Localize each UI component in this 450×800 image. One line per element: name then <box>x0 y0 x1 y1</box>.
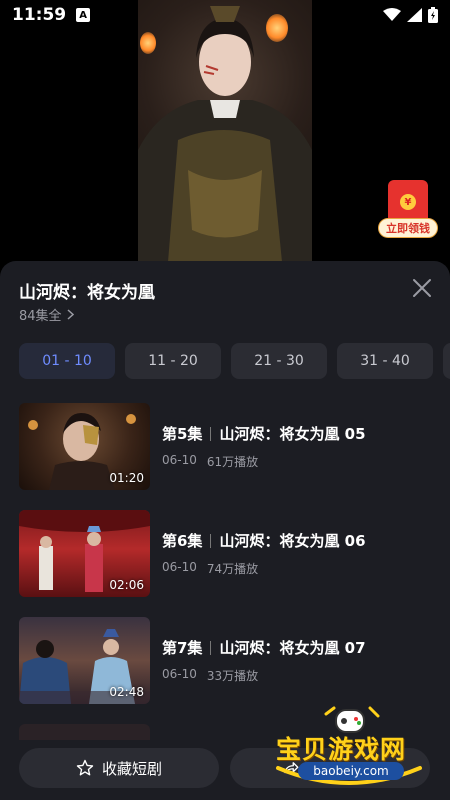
tab-range-21-30[interactable]: 21 - 30 <box>231 343 327 379</box>
episode-duration: 02:48 <box>109 685 144 699</box>
video-frame[interactable] <box>138 0 312 262</box>
tab-range-11-20[interactable]: 11 - 20 <box>125 343 221 379</box>
chevron-right-icon <box>67 309 74 320</box>
episode-meta: 06-10 33万播放 <box>162 667 258 684</box>
episode-thumbnail[interactable]: 02:48 <box>19 617 150 704</box>
episode-date: 06-10 <box>162 560 197 574</box>
episode-date: 06-10 <box>162 667 197 681</box>
status-time: 11:59 <box>12 5 67 25</box>
episode-plays: 61万播放 <box>206 455 259 469</box>
tab-range-01-10[interactable]: 01 - 10 <box>19 343 115 379</box>
notification-icon: A <box>76 8 91 22</box>
battery-icon <box>428 7 438 23</box>
title-divider <box>210 533 212 548</box>
range-tabs: 01 - 10 11 - 20 21 - 30 31 - 40 <box>19 343 450 379</box>
tab-range-more[interactable] <box>443 343 450 379</box>
episode-item[interactable]: 01:20 第5集 山河烬：将女为凰 05 06-10 61万播放 <box>19 403 439 510</box>
wifi-icon <box>383 8 401 21</box>
episode-duration: 01:20 <box>109 471 144 485</box>
collect-label: 收藏短剧 <box>101 759 162 778</box>
episode-count-link[interactable]: 84集全 <box>19 305 74 324</box>
status-bar: 11:59 A <box>0 0 450 30</box>
status-icons <box>383 7 438 23</box>
video-actress-figure <box>138 6 312 262</box>
episode-thumbnail[interactable]: 02:06 <box>19 510 150 597</box>
video-player[interactable]: ¥ 立即领钱 <box>0 0 450 280</box>
episode-number: 第6集 <box>162 532 203 550</box>
title-divider <box>210 426 212 441</box>
episode-duration: 02:06 <box>109 578 144 592</box>
episode-plays: 33万播放 <box>206 669 259 683</box>
episode-date: 06-10 <box>162 453 197 467</box>
site-watermark: 宝贝游戏网 baobeiy.com <box>272 704 428 794</box>
tab-range-31-40[interactable]: 31 - 40 <box>337 343 433 379</box>
episode-name: 山河烬：将女为凰 06 <box>219 532 366 550</box>
collect-button[interactable]: 收藏短剧 <box>19 748 219 788</box>
episode-meta: 06-10 61万播放 <box>162 453 258 470</box>
series-title: 山河烬：将女为凰 <box>19 283 155 303</box>
promo-label: 立即领钱 <box>378 218 438 238</box>
episode-thumbnail[interactable]: 01:20 <box>19 403 150 490</box>
episode-title: 第6集 山河烬：将女为凰 06 <box>162 530 366 551</box>
episode-meta: 06-10 74万播放 <box>162 560 258 577</box>
episode-item[interactable]: 02:06 第6集 山河烬：将女为凰 06 06-10 74万播放 <box>19 510 439 617</box>
episode-title: 第7集 山河烬：将女为凰 07 <box>162 637 366 658</box>
coin-icon: ¥ <box>400 194 416 210</box>
episode-number: 第5集 <box>162 425 203 443</box>
signal-icon <box>407 8 422 22</box>
episode-plays: 74万播放 <box>206 562 259 576</box>
episode-number: 第7集 <box>162 639 203 657</box>
episode-name: 山河烬：将女为凰 05 <box>219 425 366 443</box>
star-icon <box>76 759 94 776</box>
episode-count: 84集全 <box>19 309 62 324</box>
watermark-url: baobeiy.com <box>298 762 404 780</box>
title-divider <box>210 640 212 655</box>
close-icon[interactable] <box>412 278 432 298</box>
episode-title: 第5集 山河烬：将女为凰 05 <box>162 423 366 444</box>
episode-name: 山河烬：将女为凰 07 <box>219 639 366 657</box>
red-envelope-promo[interactable]: ¥ 立即领钱 <box>378 180 438 240</box>
watermark-text: 宝贝游戏网 <box>276 735 407 764</box>
